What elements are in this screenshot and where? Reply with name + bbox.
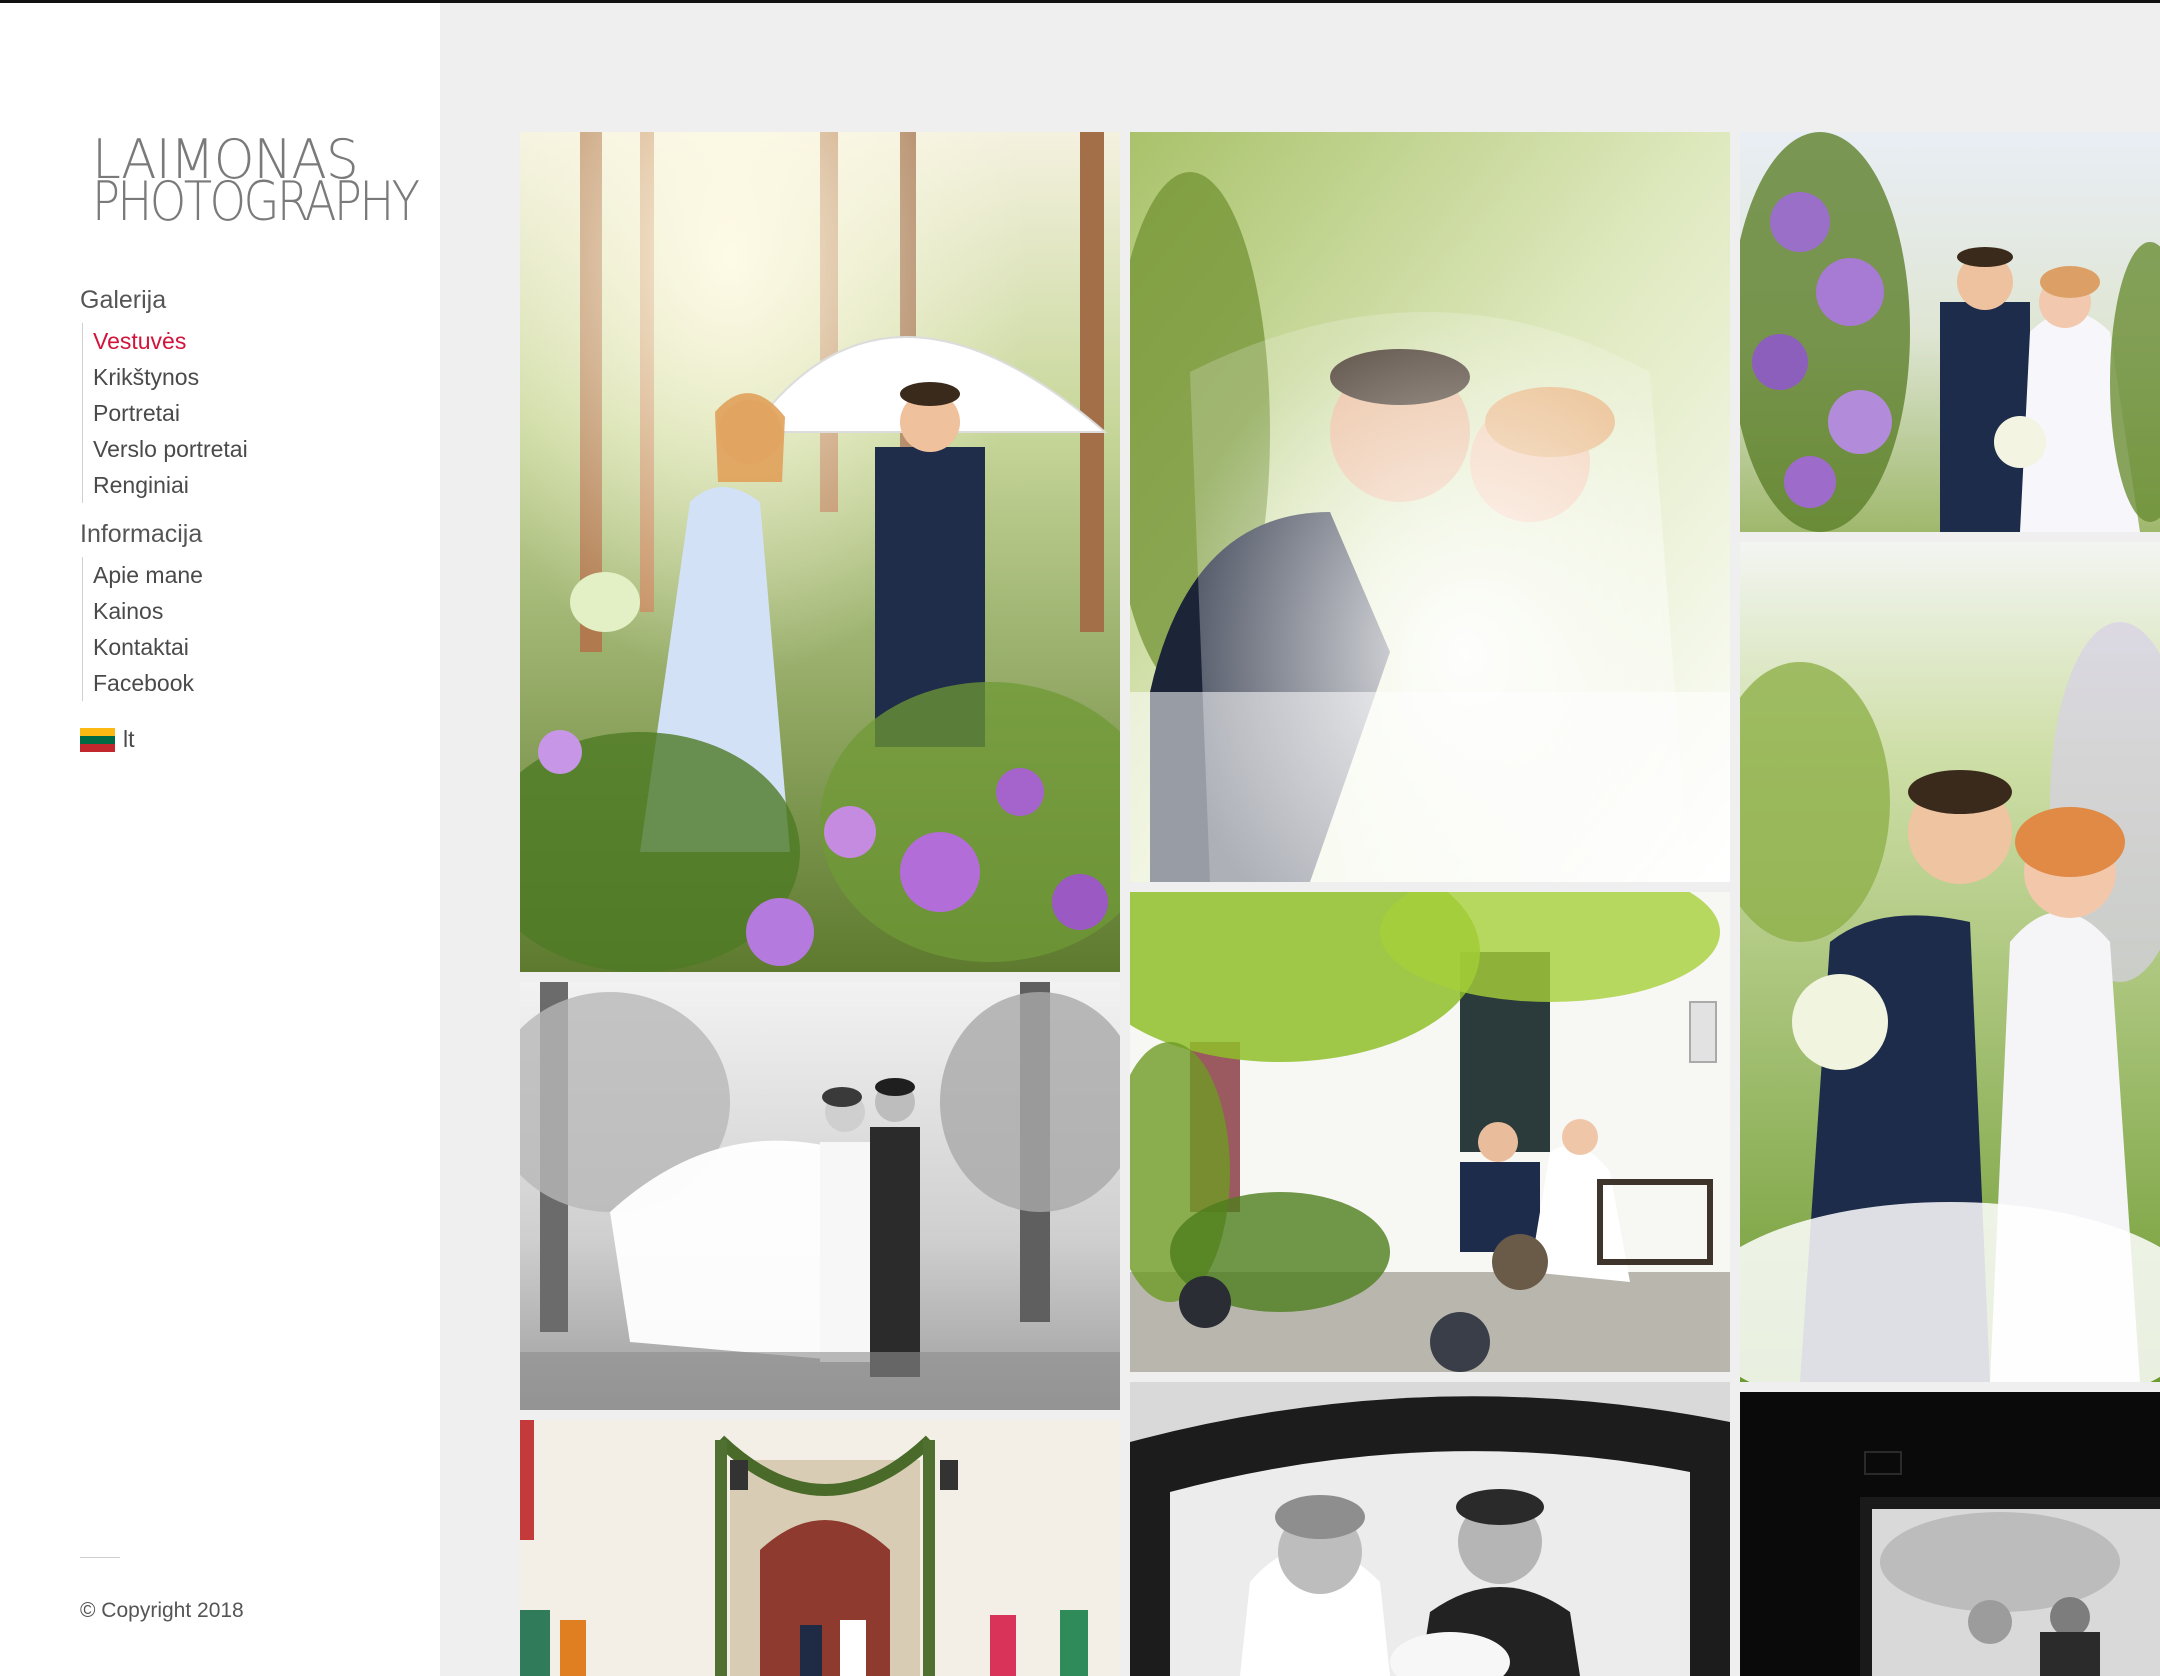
nav-item-verslo-portretai[interactable]: Verslo portretai [93,431,248,467]
sidebar: LAIMONAS PHOTOGRAPHY Galerija Vestuvės K… [0,3,440,1676]
nav-item-renginiai[interactable]: Renginiai [93,467,248,503]
gallery-photo-2[interactable] [1130,132,1730,882]
info-menu: Apie mane Kainos Kontaktai Facebook [82,557,248,701]
logo-line-2: PHOTOGRAPHY [92,170,420,233]
nav-item-kainos[interactable]: Kainos [93,593,248,629]
nav-item-krikstynos[interactable]: Krikštynos [93,359,248,395]
language-label: lt [123,726,135,752]
gallery-photo-8[interactable] [1130,1382,1730,1676]
gallery-photo-6[interactable] [1740,542,2160,1382]
gallery-photo-1[interactable] [520,132,1120,972]
lithuania-flag-icon [80,727,115,752]
gallery-photo-7[interactable] [520,1420,1120,1676]
gallery-photo-4[interactable] [520,982,1120,1410]
nav-item-facebook[interactable]: Facebook [93,665,248,701]
gallery-menu: Vestuvės Krikštynos Portretai Verslo por… [82,323,248,503]
language-switcher[interactable]: lt [80,726,135,753]
nav-heading-info[interactable]: Informacija [80,517,248,551]
gallery-photo-3[interactable] [1740,132,2160,532]
nav-item-vestuves[interactable]: Vestuvės [93,323,248,359]
gallery-photo-5[interactable] [1130,892,1730,1372]
nav-heading-gallery[interactable]: Galerija [80,283,248,317]
nav-item-kontaktai[interactable]: Kontaktai [93,629,248,665]
main-navigation: Galerija Vestuvės Krikštynos Portretai V… [80,283,248,715]
copyright-text: © Copyright 2018 [80,1599,244,1622]
nav-item-apie-mane[interactable]: Apie mane [93,557,248,593]
gallery-photo-9[interactable] [1740,1392,2160,1676]
nav-item-portretai[interactable]: Portretai [93,395,248,431]
footer-divider [80,1557,120,1558]
site-logo[interactable]: LAIMONAS PHOTOGRAPHY [92,133,420,233]
